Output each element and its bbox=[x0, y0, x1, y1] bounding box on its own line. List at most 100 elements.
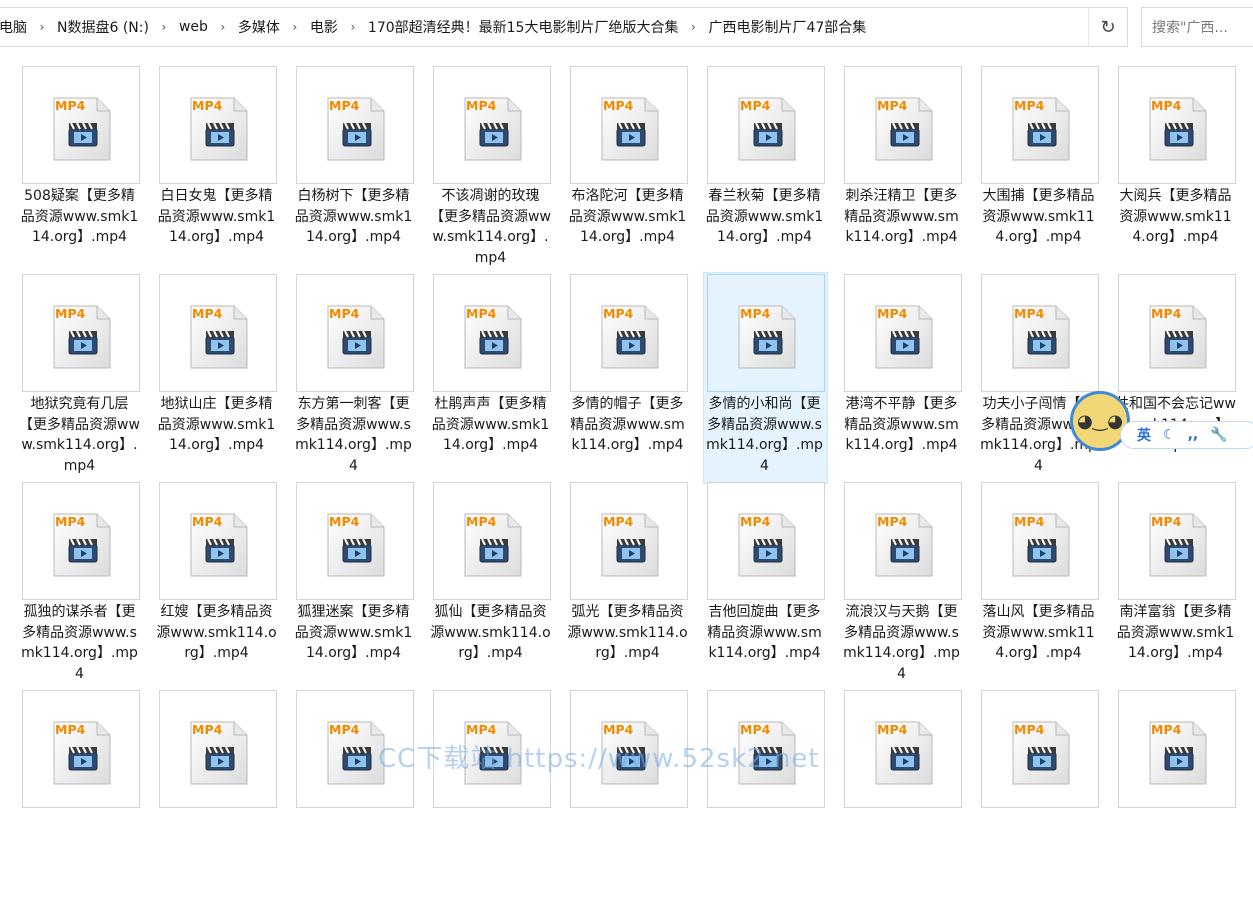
file-item[interactable]: MP4 大围捕【更多精品资源www.smk114.org】.mp4 bbox=[978, 65, 1103, 273]
file-thumbnail[interactable]: MP4 bbox=[707, 482, 825, 600]
file-item[interactable]: MP4 狐仙【更多精品资源www.smk114.org】.mp4 bbox=[430, 481, 555, 689]
file-thumbnail[interactable]: MP4 bbox=[570, 690, 688, 808]
file-thumbnail[interactable]: MP4 bbox=[981, 274, 1099, 392]
file-item[interactable]: MP4 狐狸迷案【更多精品资源www.smk114.org】.mp4 bbox=[293, 481, 418, 689]
file-name[interactable]: 红嫂【更多精品资源www.smk114.org】.mp4 bbox=[156, 602, 277, 664]
breadcrumb-item[interactable]: web bbox=[175, 19, 212, 35]
file-name[interactable]: 地狱究竟有几层【更多精品资源www.smk114.org】.mp4 bbox=[19, 394, 140, 476]
chevron-right-icon[interactable]: › bbox=[212, 20, 234, 34]
file-item[interactable]: MP4 bbox=[567, 689, 692, 897]
file-item[interactable]: MP4 bbox=[704, 689, 829, 897]
chevron-right-icon[interactable]: › bbox=[31, 20, 53, 34]
ime-toolbar[interactable]: ◕‿◕ 英 ☾ ,, 🔧 bbox=[1070, 391, 1253, 453]
file-item[interactable]: MP4 bbox=[1115, 689, 1240, 897]
file-name[interactable]: 吉他回旋曲【更多精品资源www.smk114.org】.mp4 bbox=[704, 602, 825, 664]
file-item[interactable]: MP4 多情的小和尚【更多精品资源www.smk114.org】.mp4 bbox=[703, 272, 829, 484]
file-thumbnail[interactable]: MP4 bbox=[296, 274, 414, 392]
file-name[interactable]: 白杨树下【更多精品资源www.smk114.org】.mp4 bbox=[293, 186, 414, 248]
file-name[interactable]: 白日女鬼【更多精品资源www.smk114.org】.mp4 bbox=[156, 186, 277, 248]
file-item[interactable]: MP4 红嫂【更多精品资源www.smk114.org】.mp4 bbox=[156, 481, 281, 689]
breadcrumb-item[interactable]: 电影 bbox=[306, 17, 342, 37]
file-item[interactable]: MP4 弧光【更多精品资源www.smk114.org】.mp4 bbox=[567, 481, 692, 689]
file-thumbnail[interactable]: MP4 bbox=[296, 690, 414, 808]
wrench-icon[interactable]: 🔧 bbox=[1210, 427, 1227, 443]
chevron-right-icon[interactable]: › bbox=[153, 20, 175, 34]
address-bar[interactable]: 电脑 › N数据盘6 (N:) › web › 多媒体 › 电影 › 170部超清经典！最新15大电… bbox=[0, 7, 1128, 47]
file-item[interactable]: MP4 大阅兵【更多精品资源www.smk114.org】.mp4 bbox=[1115, 65, 1240, 273]
breadcrumb-item[interactable]: N数据盘6 (N:) bbox=[53, 17, 153, 37]
file-name[interactable]: 多情的帽子【更多精品资源www.smk114.org】.mp4 bbox=[567, 394, 688, 456]
file-thumbnail[interactable]: MP4 bbox=[22, 482, 140, 600]
file-name[interactable]: 狐仙【更多精品资源www.smk114.org】.mp4 bbox=[430, 602, 551, 664]
file-thumbnail[interactable]: MP4 bbox=[1118, 482, 1236, 600]
file-name[interactable]: 不该凋谢的玫瑰【更多精品资源www.smk114.org】.mp4 bbox=[430, 186, 551, 268]
file-thumbnail[interactable]: MP4 bbox=[844, 482, 962, 600]
file-item[interactable]: MP4 孤独的谋杀者【更多精品资源www.smk114.org】.mp4 bbox=[19, 481, 144, 689]
file-name[interactable]: 南洋富翁【更多精品资源www.smk114.org】.mp4 bbox=[1115, 602, 1236, 664]
file-thumbnail[interactable]: MP4 bbox=[844, 690, 962, 808]
file-item[interactable]: MP4 bbox=[841, 689, 966, 897]
file-item[interactable]: MP4 bbox=[293, 689, 418, 897]
file-thumbnail[interactable]: MP4 bbox=[22, 690, 140, 808]
moon-icon[interactable]: ☾ bbox=[1163, 427, 1176, 443]
file-item[interactable]: MP4 流浪汉与天鹅【更多精品资源www.smk114.org】.mp4 bbox=[841, 481, 966, 689]
file-name[interactable]: 杜鹃声声【更多精品资源www.smk114.org】.mp4 bbox=[430, 394, 551, 456]
file-thumbnail[interactable]: MP4 bbox=[981, 690, 1099, 808]
file-item[interactable]: MP4 刺杀汪精卫【更多精品资源www.smk114.org】.mp4 bbox=[841, 65, 966, 273]
file-thumbnail[interactable]: MP4 bbox=[22, 274, 140, 392]
file-name[interactable]: 布洛陀河【更多精品资源www.smk114.org】.mp4 bbox=[567, 186, 688, 248]
file-name[interactable]: 流浪汉与天鹅【更多精品资源www.smk114.org】.mp4 bbox=[841, 602, 962, 684]
file-thumbnail[interactable]: MP4 bbox=[981, 66, 1099, 184]
chevron-right-icon[interactable]: › bbox=[682, 20, 704, 34]
file-thumbnail[interactable]: MP4 bbox=[433, 66, 551, 184]
file-item[interactable]: MP4 不该凋谢的玫瑰【更多精品资源www.smk114.org】.mp4 bbox=[430, 65, 555, 273]
file-item[interactable]: MP4 bbox=[430, 689, 555, 897]
breadcrumb-item[interactable]: 170部超清经典！最新15大电影制片厂绝版大合集 bbox=[364, 17, 683, 37]
file-name[interactable]: 刺杀汪精卫【更多精品资源www.smk114.org】.mp4 bbox=[841, 186, 962, 248]
file-thumbnail[interactable]: MP4 bbox=[707, 690, 825, 808]
file-thumbnail[interactable]: MP4 bbox=[707, 66, 825, 184]
file-item[interactable]: MP4 布洛陀河【更多精品资源www.smk114.org】.mp4 bbox=[567, 65, 692, 273]
chevron-right-icon[interactable]: › bbox=[284, 20, 306, 34]
file-name[interactable]: 大阅兵【更多精品资源www.smk114.org】.mp4 bbox=[1115, 186, 1236, 248]
quote-icon[interactable]: ,, bbox=[1188, 427, 1199, 443]
breadcrumb-item[interactable]: 广西电影制片厂47部合集 bbox=[704, 17, 870, 37]
file-item[interactable]: MP4 地狱山庄【更多精品资源www.smk114.org】.mp4 bbox=[156, 273, 281, 481]
chevron-right-icon[interactable]: › bbox=[342, 20, 364, 34]
file-name[interactable]: 弧光【更多精品资源www.smk114.org】.mp4 bbox=[567, 602, 688, 664]
file-thumbnail[interactable]: MP4 bbox=[1118, 274, 1236, 392]
file-item[interactable]: MP4 bbox=[156, 689, 281, 897]
file-thumbnail[interactable]: MP4 bbox=[1118, 66, 1236, 184]
file-item[interactable]: MP4 春兰秋菊【更多精品资源www.smk114.org】.mp4 bbox=[704, 65, 829, 273]
breadcrumb-item[interactable]: 多媒体 bbox=[234, 17, 284, 37]
file-item[interactable]: MP4 bbox=[978, 689, 1103, 897]
file-thumbnail[interactable]: MP4 bbox=[433, 690, 551, 808]
ime-lang[interactable]: 英 bbox=[1137, 425, 1151, 445]
file-thumbnail[interactable]: MP4 bbox=[159, 690, 277, 808]
file-thumbnail[interactable]: MP4 bbox=[707, 274, 825, 392]
file-item[interactable]: MP4 508疑案【更多精品资源www.smk114.org】.mp4 bbox=[19, 65, 144, 273]
file-thumbnail[interactable]: MP4 bbox=[433, 482, 551, 600]
file-item[interactable]: MP4 南洋富翁【更多精品资源www.smk114.org】.mp4 bbox=[1115, 481, 1240, 689]
file-thumbnail[interactable]: MP4 bbox=[433, 274, 551, 392]
file-item[interactable]: MP4 地狱究竟有几层【更多精品资源www.smk114.org】.mp4 bbox=[19, 273, 144, 481]
file-item[interactable]: MP4 bbox=[19, 689, 144, 897]
file-name[interactable]: 落山风【更多精品资源www.smk114.org】.mp4 bbox=[978, 602, 1099, 664]
ime-bar[interactable]: 英 ☾ ,, 🔧 bbox=[1120, 421, 1253, 449]
file-item[interactable]: MP4 白日女鬼【更多精品资源www.smk114.org】.mp4 bbox=[156, 65, 281, 273]
file-name[interactable]: 港湾不平静【更多精品资源www.smk114.org】.mp4 bbox=[841, 394, 962, 456]
file-item[interactable]: MP4 吉他回旋曲【更多精品资源www.smk114.org】.mp4 bbox=[704, 481, 829, 689]
file-name[interactable]: 春兰秋菊【更多精品资源www.smk114.org】.mp4 bbox=[704, 186, 825, 248]
file-thumbnail[interactable]: MP4 bbox=[844, 274, 962, 392]
file-thumbnail[interactable]: MP4 bbox=[1118, 690, 1236, 808]
refresh-button[interactable]: ↻ bbox=[1088, 7, 1128, 47]
file-name[interactable]: 大围捕【更多精品资源www.smk114.org】.mp4 bbox=[978, 186, 1099, 248]
file-item[interactable]: MP4 白杨树下【更多精品资源www.smk114.org】.mp4 bbox=[293, 65, 418, 273]
file-thumbnail[interactable]: MP4 bbox=[981, 482, 1099, 600]
file-item[interactable]: MP4 落山风【更多精品资源www.smk114.org】.mp4 bbox=[978, 481, 1103, 689]
file-thumbnail[interactable]: MP4 bbox=[22, 66, 140, 184]
search-input[interactable]: 搜索"广西... bbox=[1141, 7, 1253, 47]
file-name[interactable]: 狐狸迷案【更多精品资源www.smk114.org】.mp4 bbox=[293, 602, 414, 664]
file-thumbnail[interactable]: MP4 bbox=[159, 482, 277, 600]
file-item[interactable]: MP4 杜鹃声声【更多精品资源www.smk114.org】.mp4 bbox=[430, 273, 555, 481]
